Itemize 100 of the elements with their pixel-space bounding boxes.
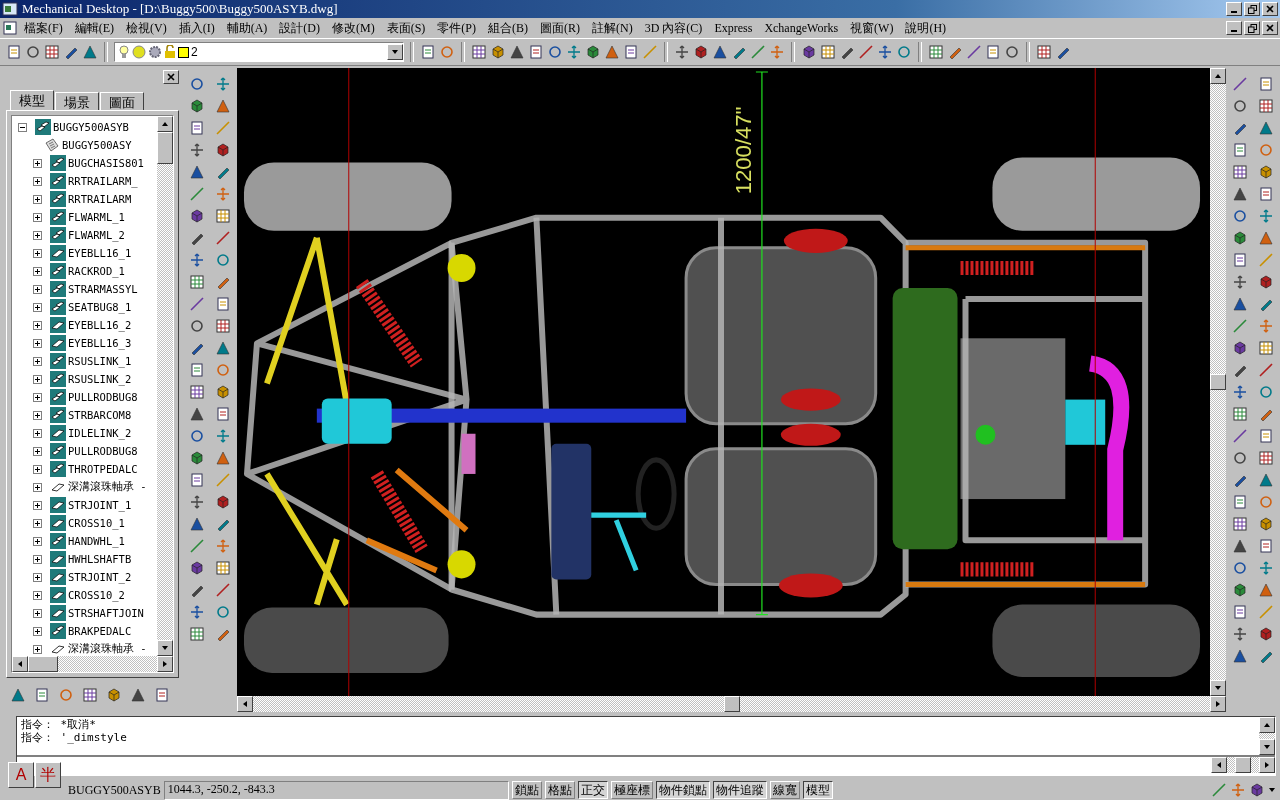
circle-tool-icon[interactable] (1232, 560, 1248, 576)
tree-item-label[interactable]: RRTRAILARM (68, 193, 132, 205)
grid-icon[interactable] (215, 208, 231, 224)
triangle-tool-icon[interactable] (1232, 538, 1248, 554)
grid-icon[interactable] (1232, 406, 1248, 422)
cube-icon[interactable] (585, 44, 601, 60)
tree-item-label[interactable]: RSUSLINK_1 (68, 355, 132, 367)
document-icon[interactable] (1232, 252, 1248, 268)
tree-item-label[interactable]: BUGCHASIS801 (68, 157, 144, 169)
expand-toggle[interactable] (33, 410, 42, 420)
grid-icon[interactable] (1258, 340, 1274, 356)
menu-item[interactable]: 說明(H) (899, 19, 953, 37)
circle-tool-icon[interactable] (1258, 384, 1274, 400)
dropdown-button[interactable] (387, 44, 403, 60)
line-tool-icon[interactable] (215, 230, 231, 246)
triangle-tool-icon[interactable] (82, 44, 98, 60)
triangle-tool-icon[interactable] (1232, 648, 1248, 664)
expand-toggle[interactable] (33, 464, 42, 474)
triangle-tool-icon[interactable] (1258, 472, 1274, 488)
expand-toggle[interactable] (33, 212, 42, 222)
document-icon[interactable] (1232, 494, 1248, 510)
grid-icon[interactable] (82, 687, 98, 703)
document-icon[interactable] (1258, 76, 1274, 92)
grid-icon[interactable] (189, 626, 205, 642)
status-toggle[interactable]: 正交 (577, 781, 608, 799)
triangle-tool-icon[interactable] (130, 687, 146, 703)
line-tool-icon[interactable] (215, 582, 231, 598)
grid-icon[interactable] (471, 44, 487, 60)
menu-item[interactable]: 零件(P) (431, 19, 483, 37)
tree-item-label[interactable]: IDLELINK_2 (68, 427, 132, 439)
scroll-thumb[interactable] (723, 696, 740, 712)
menu-item[interactable]: XchangeWorks (758, 20, 845, 36)
horizontal-scrollbar[interactable] (1211, 757, 1275, 773)
line-tool-icon[interactable] (189, 538, 205, 554)
expand-toggle[interactable] (18, 122, 27, 132)
cube-icon[interactable] (801, 44, 817, 60)
document-icon[interactable] (6, 44, 22, 60)
cube-icon[interactable] (215, 384, 231, 400)
tree-item-label[interactable]: BUGGY500ASYB (53, 121, 129, 133)
triangle-tool-icon[interactable] (1258, 582, 1274, 598)
triangle-tool-icon[interactable] (215, 450, 231, 466)
arrows-icon[interactable] (877, 44, 893, 60)
cube-icon[interactable] (189, 450, 205, 466)
line-tool-icon[interactable] (1232, 76, 1248, 92)
document-icon[interactable] (528, 44, 544, 60)
arrows-icon[interactable] (1232, 274, 1248, 290)
tree-item-label[interactable]: STRSHAFTJOIN (68, 607, 144, 619)
cube-icon[interactable] (1258, 516, 1274, 532)
expand-toggle[interactable] (33, 500, 42, 510)
status-toggle[interactable]: 物件追蹤 (712, 781, 767, 799)
scroll-left-button[interactable] (1211, 757, 1227, 773)
line-tool-icon[interactable] (189, 186, 205, 202)
document-icon[interactable] (189, 362, 205, 378)
tree-item-label[interactable]: 深溝滾珠軸承 - (68, 642, 147, 656)
menu-item[interactable]: 修改(M) (326, 19, 381, 37)
scroll-left-button[interactable] (12, 656, 28, 672)
circle-tool-icon[interactable] (189, 76, 205, 92)
circle-tool-icon[interactable] (1232, 208, 1248, 224)
circle-tool-icon[interactable] (1232, 98, 1248, 114)
document-icon[interactable] (1232, 604, 1248, 620)
circle-tool-icon[interactable] (25, 44, 41, 60)
menu-item[interactable]: 組合(B) (482, 19, 535, 37)
menu-item[interactable]: 插入(I) (172, 19, 221, 37)
restore-button[interactable] (1244, 2, 1260, 16)
document-icon[interactable] (1258, 428, 1274, 444)
menu-item[interactable]: 檔案(F) (18, 19, 69, 37)
cube-icon[interactable] (490, 44, 506, 60)
document-icon[interactable] (189, 120, 205, 136)
cube-icon[interactable] (189, 560, 205, 576)
half-width-key[interactable]: 半 (35, 762, 61, 788)
grid-icon[interactable] (1232, 164, 1248, 180)
grid-icon[interactable] (215, 560, 231, 576)
line-tool-icon[interactable] (1258, 362, 1274, 378)
minimize-button[interactable] (1226, 21, 1242, 35)
status-toggle[interactable]: 模型 (802, 781, 833, 799)
scroll-down-button[interactable] (157, 640, 173, 656)
expand-toggle[interactable] (33, 644, 42, 654)
tree-item-label[interactable]: HANDWHL_1 (68, 535, 125, 547)
tree-item-label[interactable]: STRBARCOM8 (68, 409, 132, 421)
scroll-thumb[interactable] (1210, 374, 1226, 390)
scroll-thumb[interactable] (157, 132, 173, 164)
menu-item[interactable]: 輔助(A) (220, 19, 274, 37)
browser-tab[interactable]: 模型 (10, 90, 54, 110)
cube-icon[interactable] (215, 142, 231, 158)
cube-icon[interactable] (189, 208, 205, 224)
tree-item-label[interactable]: THROTPEDALC (68, 463, 138, 475)
triangle-tool-icon[interactable] (1258, 230, 1274, 246)
scroll-thumb[interactable] (1235, 757, 1251, 773)
grid-icon[interactable] (189, 384, 205, 400)
triangle-tool-icon[interactable] (189, 516, 205, 532)
line-tool-icon[interactable] (1232, 318, 1248, 334)
document-icon[interactable] (1258, 538, 1274, 554)
expand-toggle[interactable] (33, 194, 42, 204)
circle-tool-icon[interactable] (896, 44, 912, 60)
layer-dropdown[interactable]: 2 (114, 42, 404, 62)
triangle-tool-icon[interactable] (712, 44, 728, 60)
menu-item[interactable]: 檢視(V) (120, 19, 173, 37)
vertical-scrollbar[interactable] (1210, 68, 1226, 696)
triangle-tool-icon[interactable] (189, 406, 205, 422)
tree-item-label[interactable]: BUGGY500ASY (62, 139, 132, 151)
